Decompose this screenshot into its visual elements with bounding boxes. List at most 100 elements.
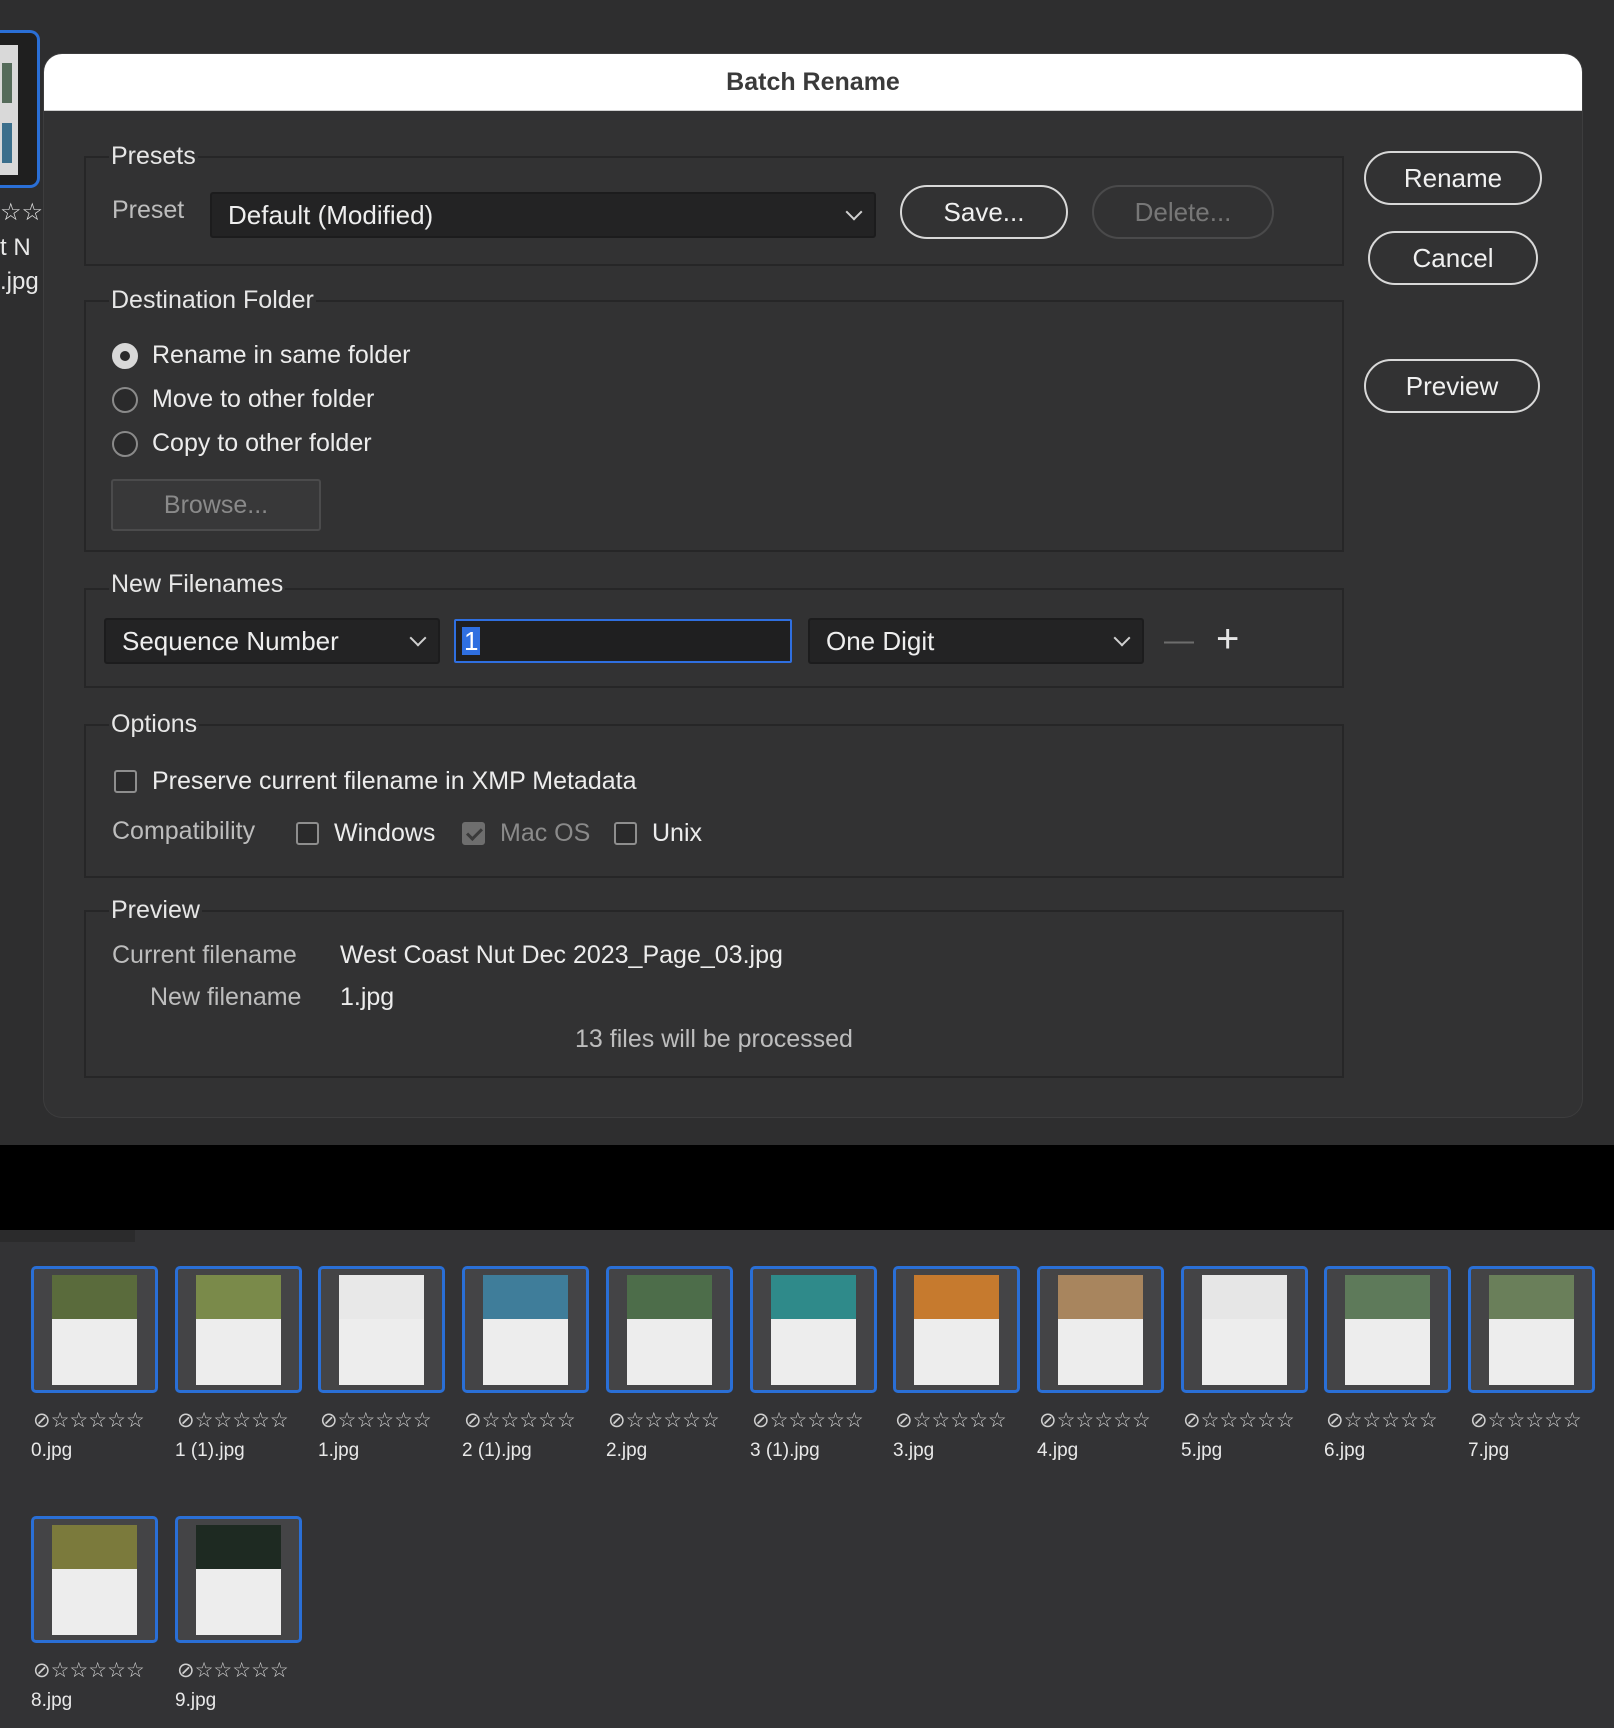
thumbnail[interactable] [318, 1266, 445, 1393]
rename-button[interactable]: Rename [1364, 151, 1542, 205]
preview-group-label: Preview [109, 896, 202, 925]
options-group-label: Options [109, 710, 200, 739]
background-label-line1: t N [0, 234, 31, 261]
star-rating[interactable]: ⊘☆☆☆☆☆ [752, 1408, 864, 1433]
unix-label: Unix [652, 819, 703, 847]
radio-label-rename-same: Rename in same folder [152, 341, 411, 369]
star-rating[interactable]: ⊘☆☆☆☆☆ [1470, 1408, 1582, 1433]
panel-tab [0, 1230, 135, 1242]
windows-label: Windows [334, 819, 436, 847]
radio-move-other-folder[interactable] [112, 387, 138, 413]
background-thumbnail[interactable] [0, 30, 40, 188]
current-filename-value: West Coast Nut Dec 2023_Page_03.jpg [340, 941, 783, 969]
thumbnail[interactable] [606, 1266, 733, 1393]
thumbnail-image [771, 1275, 856, 1385]
preserve-filename-label: Preserve current filename in XMP Metadat… [152, 767, 637, 795]
unix-checkbox[interactable] [614, 822, 637, 845]
thumbnail[interactable] [175, 1266, 302, 1393]
files-processed-summary: 13 files will be processed [575, 1025, 853, 1053]
star-rating[interactable]: ⊘☆☆☆☆☆ [33, 1658, 145, 1683]
thumbnail-filename: 1.jpg [318, 1440, 360, 1461]
dialog-title: Batch Rename [726, 68, 900, 96]
thumbnail-image [339, 1275, 424, 1385]
thumbnail-filename: 5.jpg [1181, 1440, 1223, 1461]
windows-checkbox[interactable] [296, 822, 319, 845]
star-rating[interactable]: ⊘☆☆☆☆☆ [895, 1408, 1007, 1433]
background-label-line2: .jpg [0, 268, 39, 295]
star-rating[interactable]: ⊘☆☆☆☆☆ [1326, 1408, 1438, 1433]
thumbnail[interactable] [1181, 1266, 1308, 1393]
compatibility-label: Compatibility [112, 817, 256, 845]
cancel-button[interactable]: Cancel [1368, 231, 1538, 285]
star-rating[interactable]: ⊘☆☆☆☆☆ [1039, 1408, 1151, 1433]
thumbnail-filename: 9.jpg [175, 1690, 217, 1711]
star-rating[interactable]: ⊘☆☆☆☆☆ [177, 1658, 289, 1683]
radio-label-copy-other: Copy to other folder [152, 429, 372, 457]
thumbnail-image [914, 1275, 999, 1385]
star-rating[interactable]: ⊘☆☆☆☆☆ [320, 1408, 432, 1433]
thumbnail[interactable] [1324, 1266, 1451, 1393]
thumbnail-image [1345, 1275, 1430, 1385]
thumbnail-image [483, 1275, 568, 1385]
digits-select[interactable]: One Digit [808, 618, 1144, 664]
radio-copy-other-folder[interactable] [112, 431, 138, 457]
sequence-start-input[interactable]: 1 [454, 619, 792, 663]
thumbnail-filename: 6.jpg [1324, 1440, 1366, 1461]
divider-bar [0, 1145, 1614, 1230]
save-preset-button[interactable]: Save... [900, 185, 1068, 239]
chevron-down-icon [845, 203, 863, 221]
thumbnail-image [627, 1275, 712, 1385]
thumbnail[interactable] [750, 1266, 877, 1393]
add-element-icon[interactable]: + [1216, 619, 1239, 659]
thumbnail[interactable] [1468, 1266, 1595, 1393]
star-rating[interactable]: ⊘☆☆☆☆☆ [608, 1408, 720, 1433]
star-rating[interactable]: ⊘☆☆☆☆☆ [33, 1408, 145, 1433]
thumbnail-filename: 2.jpg [606, 1440, 648, 1461]
thumbnail-filename: 4.jpg [1037, 1440, 1079, 1461]
thumbnail[interactable] [31, 1516, 158, 1643]
new-filename-value: 1.jpg [340, 983, 395, 1011]
browse-button[interactable]: Browse... [111, 479, 321, 531]
thumbnail-image [1058, 1275, 1143, 1385]
thumbnail[interactable] [1037, 1266, 1164, 1393]
thumbnail-image [1202, 1275, 1287, 1385]
thumbnail[interactable] [462, 1266, 589, 1393]
thumbnail-filename: 2 (1).jpg [462, 1440, 532, 1461]
thumbnail-image [52, 1525, 137, 1635]
delete-preset-button[interactable]: Delete... [1092, 185, 1274, 239]
thumbnail-filename: 7.jpg [1468, 1440, 1510, 1461]
remove-element-icon[interactable]: — [1164, 621, 1194, 661]
chevron-down-icon [409, 629, 427, 647]
star-rating[interactable]: ⊘☆☆☆☆☆ [177, 1408, 289, 1433]
macos-checkbox [462, 822, 485, 845]
preserve-filename-checkbox[interactable] [114, 770, 137, 793]
filename-element-select[interactable]: Sequence Number [104, 618, 440, 664]
thumbnail-image [52, 1275, 137, 1385]
star-rating[interactable]: ⊘☆☆☆☆☆ [464, 1408, 576, 1433]
star-rating[interactable]: ⊘☆☆☆☆☆ [1183, 1408, 1295, 1433]
background-rating: ☆☆ [0, 199, 44, 226]
thumbnail[interactable] [893, 1266, 1020, 1393]
presets-group-label: Presets [109, 142, 198, 171]
preset-select-value: Default (Modified) [228, 199, 434, 230]
thumbnail-image [196, 1525, 281, 1635]
thumbnail[interactable] [31, 1266, 158, 1393]
thumbnail-filename: 3.jpg [893, 1440, 935, 1461]
options-group [84, 724, 1344, 878]
thumbnail-filename: 1 (1).jpg [175, 1440, 245, 1461]
new-filename-label: New filename [150, 983, 302, 1011]
batch-rename-dialog: Batch Rename Presets Preset Default (Mod… [44, 54, 1582, 1117]
macos-label: Mac OS [500, 819, 591, 847]
thumbnail-filename: 3 (1).jpg [750, 1440, 820, 1461]
thumbnail[interactable] [175, 1516, 302, 1643]
radio-label-move-other: Move to other folder [152, 385, 375, 413]
preset-label: Preset [112, 196, 185, 224]
new-filenames-group-label: New Filenames [109, 570, 286, 599]
chevron-down-icon [1113, 629, 1131, 647]
preview-button[interactable]: Preview [1364, 359, 1540, 413]
radio-rename-same-folder[interactable] [112, 343, 138, 369]
sequence-start-value: 1 [462, 626, 481, 656]
thumbnail-image [196, 1275, 281, 1385]
current-filename-label: Current filename [112, 941, 297, 969]
preset-select[interactable]: Default (Modified) [210, 192, 876, 238]
